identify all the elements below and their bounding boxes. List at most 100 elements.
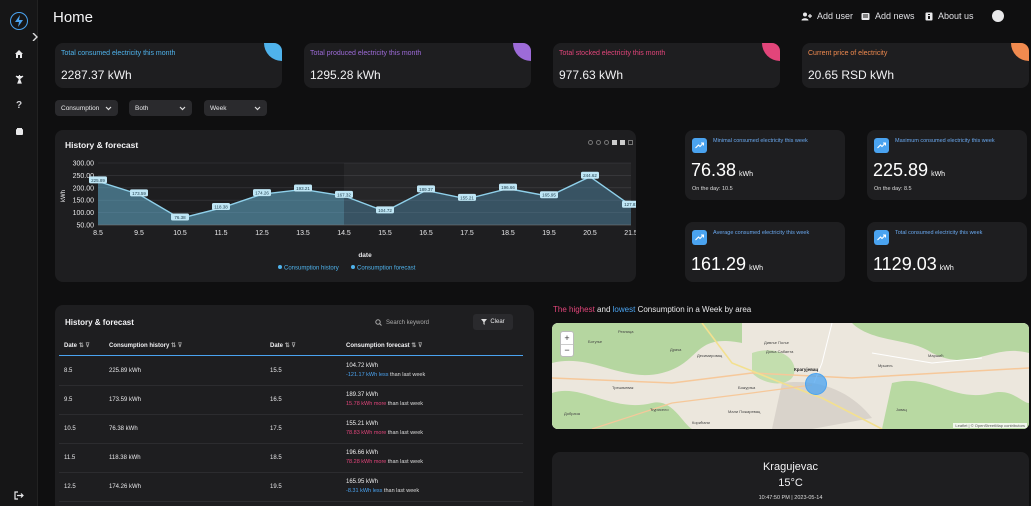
table-header: Date ⇅ ⊽ Consumption history ⇅ ⊽ Date ⇅ … xyxy=(59,335,523,356)
scope-select-value: Both xyxy=(135,104,149,112)
map-place-label: Ђурисело xyxy=(650,407,669,412)
trend-up-icon xyxy=(692,230,707,245)
stat-label: Total consumed electricity this week xyxy=(895,230,983,236)
map-place-label: Маршић xyxy=(928,353,944,358)
add-news-label: Add news xyxy=(875,11,915,21)
col-header-date[interactable]: Date ⇅ ⊽ xyxy=(64,342,90,349)
logo-bolt-icon[interactable] xyxy=(10,12,28,30)
add-user-button[interactable]: Add user xyxy=(801,11,853,21)
data-label: 174.26 xyxy=(255,191,269,196)
map-place-label: Корићани xyxy=(692,420,710,425)
cell-history: 118.38 kWh xyxy=(109,455,141,461)
cell-forecast-diff: 78.28 kWh more than last week xyxy=(346,459,424,465)
area-map[interactable]: + − Резница Ботуње Десимировац Дивље Пољ… xyxy=(552,323,1029,429)
documents-icon[interactable] xyxy=(10,122,28,140)
map-place-label: Резница xyxy=(618,329,634,334)
stat-card-average: Average consumed electricity this week 1… xyxy=(685,222,845,282)
stat-card-total: Total consumed electricity this week 112… xyxy=(867,222,1027,282)
data-label: 193.21 xyxy=(296,186,310,191)
search-input[interactable]: Search keyword xyxy=(375,319,429,326)
weather-city: Kragujevac xyxy=(762,461,819,473)
col-header-history[interactable]: Consumption history ⇅ ⊽ xyxy=(109,342,182,349)
map-place-label: Дивље Поље xyxy=(764,340,789,345)
type-select[interactable]: Consumption xyxy=(55,100,118,116)
cell-forecast-diff: -121.17 kWh less than last week xyxy=(346,372,426,378)
data-label: 155.21 xyxy=(460,195,474,200)
map-zoom-out-button[interactable]: − xyxy=(561,345,573,357)
legend-marker-forecast xyxy=(351,265,355,269)
x-tick-label: 15.5 xyxy=(378,230,392,237)
avatar[interactable] xyxy=(992,10,1004,22)
map-place-label: Божурња xyxy=(738,385,756,390)
x-tick-label: 17.5 xyxy=(460,230,474,237)
chevron-down-icon xyxy=(179,106,186,110)
table-row[interactable]: 9.5 173.59 kWh 16.5 189.37 kWh 15.78 kWh mor… xyxy=(59,386,523,415)
map-area-marker[interactable] xyxy=(805,373,827,395)
map-tiles xyxy=(552,323,1029,429)
add-news-button[interactable]: Add news xyxy=(861,11,915,21)
history-forecast-table-card: History & forecast Search keyword Clear … xyxy=(55,305,534,506)
x-tick-label: 14.5 xyxy=(337,230,351,237)
cell-forecast-diff: 78.83 kWh more than last week xyxy=(346,430,424,436)
history-forecast-chart-card: History & forecast 300.00 250.00 200.00 150… xyxy=(55,130,636,282)
news-icon xyxy=(861,12,870,20)
col-header-date2[interactable]: Date ⇅ ⊽ xyxy=(270,342,296,349)
kpi-accent xyxy=(1011,43,1029,61)
kpi-value: 20.65 RSD kWh xyxy=(808,68,895,82)
x-tick-label: 21.5 xyxy=(624,230,636,237)
help-icon[interactable]: ? xyxy=(10,96,28,114)
cell-forecast: 104.72 kWh xyxy=(346,363,379,369)
table-row[interactable]: 11.5 118.38 kWh 18.5 196.66 kWh 78.28 kWh mo… xyxy=(59,444,523,473)
kpi-value: 977.63 kWh xyxy=(559,68,624,82)
x-tick-label: 16.5 xyxy=(419,230,433,237)
energy-plant-icon[interactable] xyxy=(10,70,28,88)
about-us-button[interactable]: About us xyxy=(925,11,974,21)
cell-date2: 19.5 xyxy=(270,484,282,490)
cell-date2: 18.5 xyxy=(270,455,282,461)
data-label: 196.66 xyxy=(501,185,515,190)
map-place-label: Ботуње xyxy=(588,339,603,344)
kpi-value: 2287.37 kWh xyxy=(61,68,132,82)
legend-label-history: Consumption history xyxy=(284,266,339,272)
info-book-icon xyxy=(925,12,933,20)
area-title: The highest and lowest Consumption in a … xyxy=(553,305,752,314)
weather-card: Kragujevac 15°C 10:47:50 PM | 2023-05-14 xyxy=(552,452,1029,506)
map-zoom-in-button[interactable]: + xyxy=(561,332,573,345)
stat-subtext: On the day: 8.5 xyxy=(874,186,912,192)
x-axis-label: date xyxy=(358,252,372,259)
x-tick-label: 12.5 xyxy=(255,230,269,237)
map-place-label: Трешњевак xyxy=(612,385,634,390)
about-us-label: About us xyxy=(938,11,974,21)
kpi-card-produced: Total produced electricity this month 12… xyxy=(304,43,531,88)
top-bar: Home Add user Add news About us xyxy=(38,0,1031,36)
x-tick-label: 19.5 xyxy=(542,230,556,237)
map-place-label: Доња Сабанта xyxy=(766,349,794,354)
chart-svg: 300.00250.00200.00150.00100.0050.00kWh22… xyxy=(61,161,636,272)
table-row[interactable]: 12.5 174.26 kWh 19.5 165.95 kWh -8.31 kWh le… xyxy=(59,473,523,502)
cell-date: 11.5 xyxy=(64,455,76,461)
table-row[interactable]: 10.5 76.38 kWh 17.5 155.21 kWh 78.83 kWh mor… xyxy=(59,415,523,444)
cell-date: 8.5 xyxy=(64,368,73,374)
kpi-card-stocked: Total stocked electricity this month 977… xyxy=(553,43,780,88)
y-tick-label: 200.00 xyxy=(73,185,95,192)
map-attribution[interactable]: Leaflet | © OpenStreetMap contributors xyxy=(953,423,1027,428)
stat-label: Average consumed electricity this week xyxy=(713,230,810,236)
cell-forecast: 189.37 kWh xyxy=(346,392,379,398)
scope-select[interactable]: Both xyxy=(129,100,192,116)
cell-history: 174.26 kWh xyxy=(109,484,142,490)
trend-up-icon xyxy=(692,138,707,153)
period-select[interactable]: Week xyxy=(204,100,267,116)
table-title: History & forecast xyxy=(65,318,134,327)
data-label: 189.37 xyxy=(419,187,433,192)
stat-value: 76.38 kWh xyxy=(691,160,754,180)
col-header-forecast[interactable]: Consumption forecast ⇅ ⊽ xyxy=(346,342,422,349)
kpi-label: Total stocked electricity this month xyxy=(559,50,666,57)
type-select-value: Consumption xyxy=(61,104,100,112)
clear-label: Clear xyxy=(490,319,505,325)
table-row[interactable]: 8.5 225.89 kWh 15.5 104.72 kWh -121.17 kWh l… xyxy=(59,357,523,386)
cell-history: 225.89 kWh xyxy=(109,368,142,374)
search-icon xyxy=(375,319,382,326)
home-icon[interactable] xyxy=(10,45,28,63)
logout-icon[interactable] xyxy=(10,486,28,504)
clear-filter-button[interactable]: Clear xyxy=(473,314,513,330)
